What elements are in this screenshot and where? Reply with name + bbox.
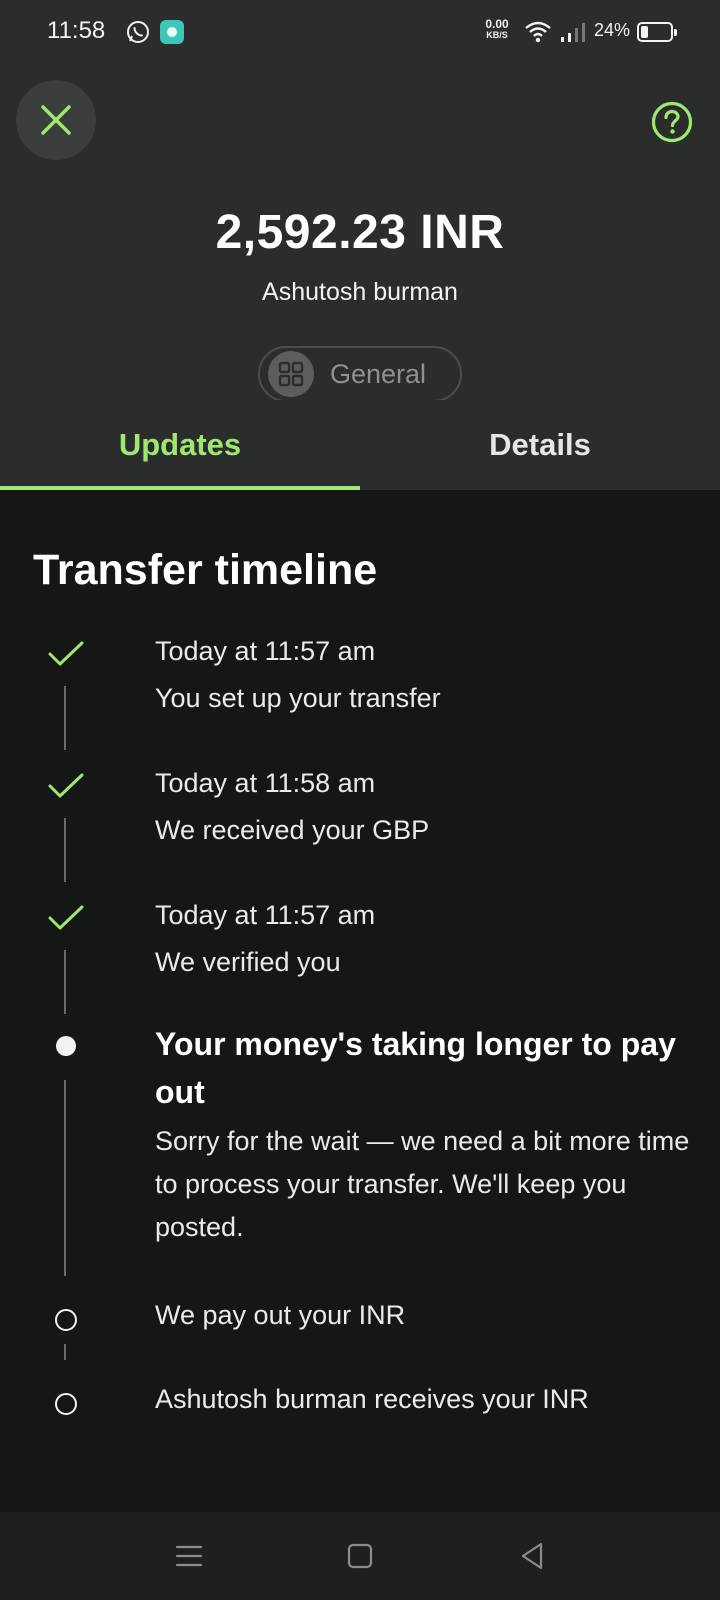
status-bar: 11:58 0.00 KB/S 24% [0,0,720,64]
recipient-name: Ashutosh burman [262,278,458,306]
home-icon[interactable] [342,1538,378,1574]
battery-percent: 24% [594,20,631,40]
menu-icon[interactable] [171,1538,207,1574]
close-button[interactable] [16,80,96,160]
category-icon-wrap [268,351,314,397]
timeline-connector [64,818,66,882]
app-notification-icon [160,20,184,44]
active-tab-indicator [0,486,360,490]
signal-icon [561,23,585,42]
step-text: We verified you [155,947,341,977]
check-icon [48,641,84,666]
help-button[interactable] [650,100,694,144]
category-label: General [330,358,427,389]
step-status-marker [48,636,84,672]
step-status-marker [48,1386,84,1422]
step-status-marker [48,900,84,936]
pending-dot-icon [55,1393,77,1415]
step-description: Sorry for the wait — we need a bit more … [155,1126,690,1242]
pending-dot-icon [55,1309,77,1331]
back-icon[interactable] [514,1538,550,1574]
grid-icon [278,361,304,387]
step-time: Today at 11:57 am [155,636,376,666]
step-text: Ashutosh burman receives your INR [155,1384,589,1414]
wifi-icon [525,21,551,43]
step-status-marker [48,1302,84,1338]
timeline-connector [64,1080,66,1276]
step-text: We pay out your INR [155,1300,406,1330]
tab-details[interactable]: Details [360,400,720,490]
step-title: Your money's taking longer to pay out [155,1026,676,1110]
check-icon [48,905,84,930]
section-title: Transfer timeline [33,546,378,594]
step-text: You set up your transfer [155,683,441,713]
tab-bar: Updates Details [0,400,720,490]
timeline-connector [64,686,66,750]
close-icon [41,105,71,135]
step-status-marker [48,1028,84,1064]
transfer-amount: 2,592.23 INR [215,206,505,259]
tab-updates[interactable]: Updates [0,400,360,490]
timeline-connector [64,950,66,1014]
network-speed: 0.00 KB/S [480,17,514,41]
check-icon [48,773,84,798]
net-speed-unit: KB/S [486,30,508,40]
step-time: Today at 11:57 am [155,900,376,930]
status-time: 11:58 [47,17,106,44]
category-chip[interactable]: General [258,346,462,402]
battery-icon [637,22,677,42]
net-speed-value: 0.00 [485,17,509,31]
timeline-connector [64,1344,66,1360]
help-icon [651,101,693,143]
system-nav-bar [0,1512,720,1600]
step-text: We received your GBP [155,815,430,845]
whatsapp-icon [127,21,149,43]
step-status-marker [48,768,84,804]
current-dot-icon [56,1036,76,1056]
step-time: Today at 11:58 am [155,768,376,798]
